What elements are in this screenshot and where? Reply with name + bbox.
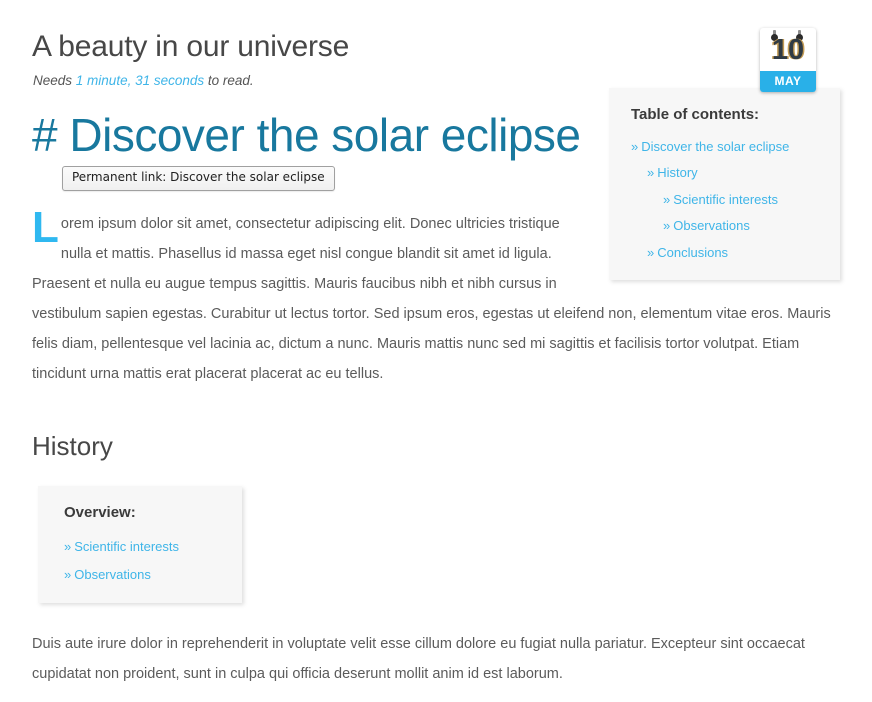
lead-paragraph-text: orem ipsum dolor sit amet, consectetur a… xyxy=(32,215,831,382)
toc-link[interactable]: Scientific interests xyxy=(673,192,778,207)
overview-item-observations[interactable]: » Observations xyxy=(64,567,224,583)
toc-item-scientific-interests[interactable]: » Scientific interests xyxy=(631,192,826,208)
article-header: A beauty in our universe Needs 1 minute,… xyxy=(32,0,840,92)
overview-link[interactable]: Scientific interests xyxy=(74,539,179,554)
section-heading-label: Discover the solar eclipse xyxy=(69,108,581,161)
overview-link[interactable]: Observations xyxy=(74,567,151,582)
article-page: A beauty in our universe Needs 1 minute,… xyxy=(0,0,872,702)
history-heading: History xyxy=(32,430,113,461)
overview-bullet-icon: » xyxy=(64,567,72,583)
drop-cap: L xyxy=(32,202,59,252)
overview-item-scientific-interests[interactable]: » Scientific interests xyxy=(64,539,224,555)
body-wrapper: Lorem ipsum dolor sit amet, consectetur … xyxy=(32,202,840,389)
calendar-day: 10 xyxy=(771,34,805,66)
toc-bullet-icon: » xyxy=(663,191,671,207)
overview-bullet-icon: » xyxy=(64,538,72,554)
section-heading[interactable]: # Discover the solar eclipse xyxy=(32,108,581,161)
section-heading-block: # Discover the solar eclipse Permanent l… xyxy=(32,108,840,191)
calendar-icon: 10 MAY xyxy=(760,28,816,92)
anchor-hash-icon[interactable]: # xyxy=(32,109,58,161)
permalink-tooltip: Permanent link: Discover the solar eclip… xyxy=(62,166,335,191)
reading-time-prefix: Needs xyxy=(33,72,73,88)
calendar-month: MAY xyxy=(760,71,816,92)
reading-time-value: 1 minute, 31 seconds xyxy=(75,72,205,88)
reading-time-suffix: to read. xyxy=(207,72,254,88)
overview-box: Overview: » Scientific interests » Observa… xyxy=(38,485,242,604)
overview-title: Overview: xyxy=(64,503,136,521)
overview-list: » Scientific interests » Observations xyxy=(64,539,224,583)
lead-paragraph: Lorem ipsum dolor sit amet, consectetur … xyxy=(32,202,840,389)
history-paragraph: Duis aute irure dolor in reprehenderit i… xyxy=(32,636,805,683)
page-title: A beauty in our universe xyxy=(32,30,350,63)
reading-time: Needs 1 minute, 31 seconds to read. xyxy=(33,73,840,88)
